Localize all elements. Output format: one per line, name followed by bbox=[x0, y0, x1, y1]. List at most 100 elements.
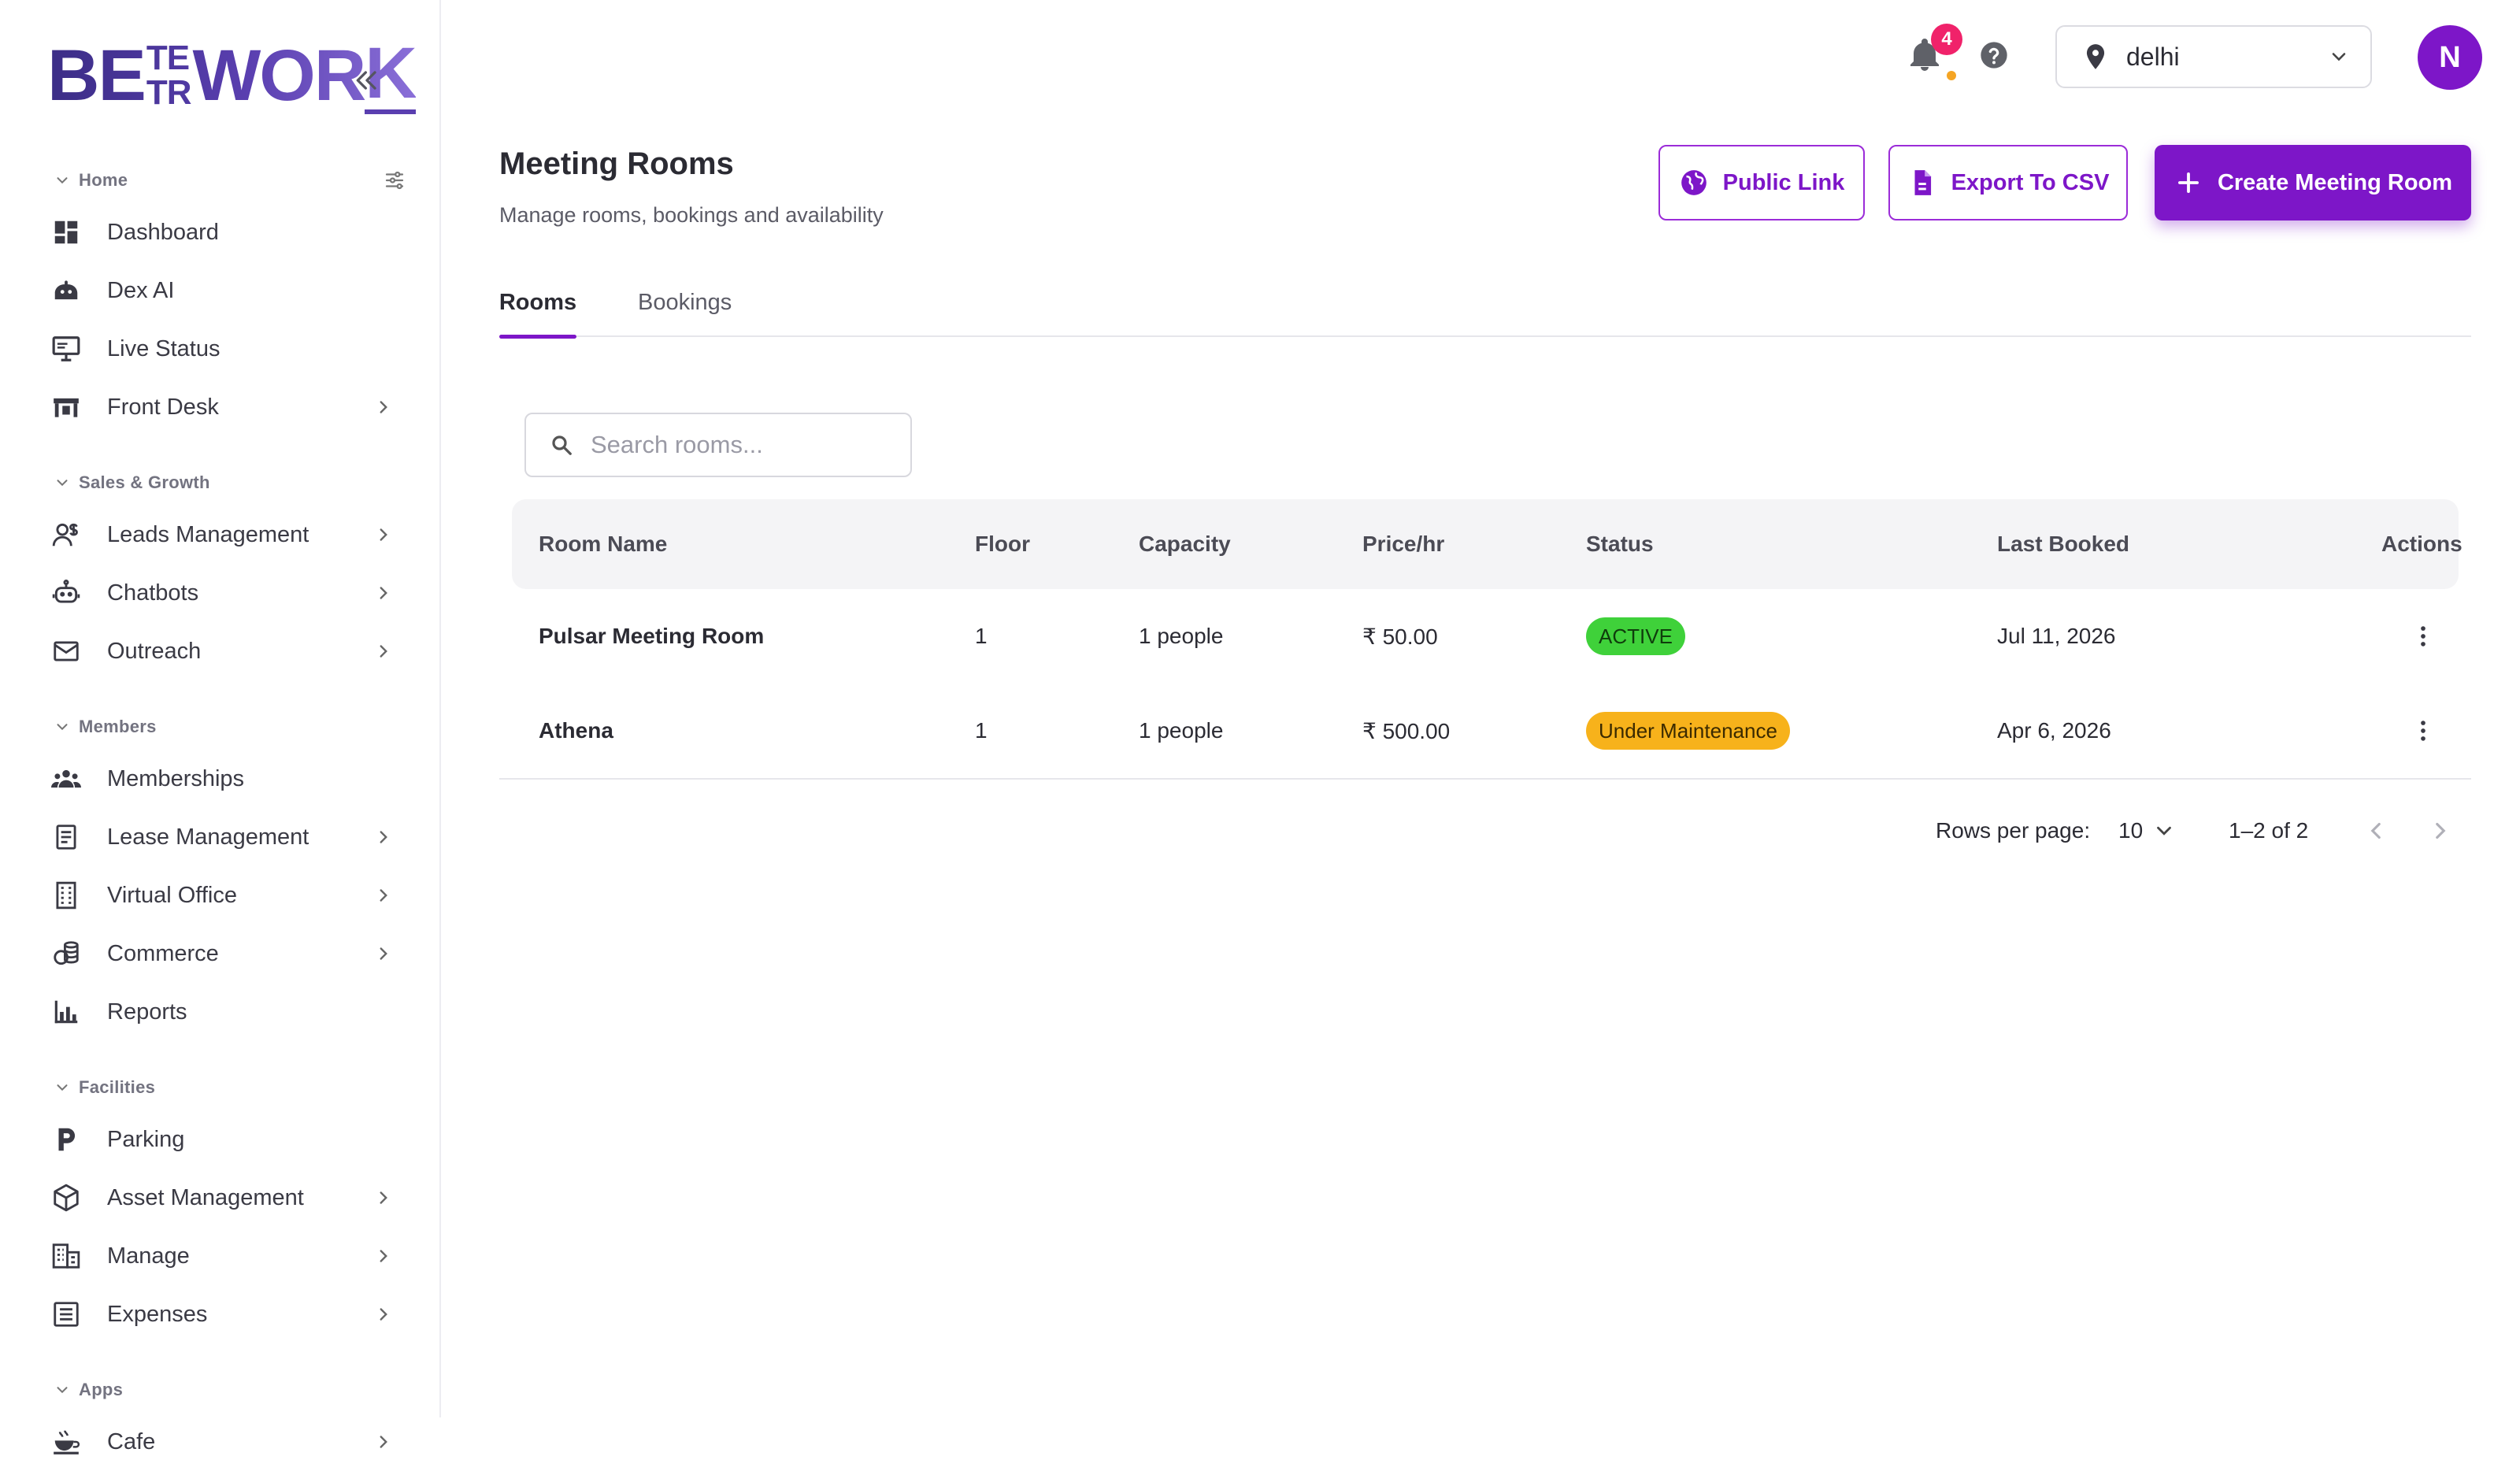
logo-part: TR bbox=[146, 73, 191, 112]
sidebar-item-label: Chatbots bbox=[107, 580, 199, 606]
sidebar-item-label: Leads Management bbox=[107, 521, 309, 547]
sidebar-item-label: Virtual Office bbox=[107, 882, 237, 908]
tab-rooms[interactable]: Rooms bbox=[499, 279, 576, 339]
sidebar-item-commerce[interactable]: Commerce bbox=[0, 924, 441, 983]
cell-room-name: Pulsar Meeting Room bbox=[539, 624, 765, 648]
sidebar-item-label: Commerce bbox=[107, 940, 219, 966]
header-last-booked[interactable]: Last Booked bbox=[1997, 499, 2129, 589]
section-title: Members bbox=[79, 717, 157, 736]
people-icon bbox=[51, 769, 81, 788]
chevron-right-icon bbox=[380, 1250, 387, 1262]
section-home[interactable]: Home bbox=[0, 157, 441, 203]
parking-icon bbox=[58, 1128, 76, 1151]
header-price[interactable]: Price/hr bbox=[1362, 499, 1444, 589]
monitor-icon bbox=[52, 336, 80, 361]
notification-badge: 4 bbox=[1931, 24, 1962, 55]
location-select[interactable]: delhi bbox=[2055, 25, 2372, 88]
table-row[interactable]: Pulsar Meeting Room 1 1 people ₹ 50.00 A… bbox=[499, 589, 2471, 684]
search-icon bbox=[552, 435, 572, 455]
header-room-name[interactable]: Room Name bbox=[539, 499, 667, 589]
search-box[interactable] bbox=[524, 413, 912, 477]
header-status[interactable]: Status bbox=[1586, 499, 1654, 589]
tab-bar: Rooms Bookings bbox=[499, 268, 2471, 339]
chevron-down-icon bbox=[2157, 826, 2172, 836]
cell-capacity: 1 people bbox=[1139, 624, 1224, 648]
header-capacity[interactable]: Capacity bbox=[1139, 499, 1231, 589]
chevron-down-icon bbox=[2332, 53, 2346, 61]
more-vert-icon[interactable] bbox=[2410, 623, 2437, 650]
rows-per-page-select[interactable]: 10 bbox=[2118, 811, 2176, 850]
sidebar-item-manage[interactable]: Manage bbox=[0, 1227, 441, 1285]
cell-price: ₹ 500.00 bbox=[1362, 718, 1451, 743]
sidebar-item-label: Lease Management bbox=[107, 824, 309, 850]
sidebar-item-label: Asset Management bbox=[107, 1184, 304, 1210]
section-facilities[interactable]: Facilities bbox=[0, 1065, 441, 1110]
chevron-right-icon bbox=[380, 1436, 387, 1448]
mail-icon bbox=[54, 641, 79, 661]
sidebar-item-reports[interactable]: Reports bbox=[0, 983, 441, 1041]
sidebar-item-virtual-office[interactable]: Virtual Office bbox=[0, 866, 441, 924]
cell-floor: 1 bbox=[975, 718, 988, 743]
notifications-button[interactable]: 4 bbox=[1906, 24, 1962, 80]
cell-last-booked: Jul 11, 2026 bbox=[1997, 624, 2116, 648]
sidebar-item-label: Reports bbox=[107, 999, 187, 1025]
chevron-right-icon bbox=[380, 1308, 387, 1321]
sidebar-item-label: Dex AI bbox=[107, 277, 175, 303]
table-header: Room Name Floor Capacity Price/hr Status… bbox=[512, 499, 2463, 589]
section-title: Facilities bbox=[79, 1077, 156, 1097]
section-apps[interactable]: Apps bbox=[0, 1367, 441, 1413]
help-button[interactable] bbox=[1978, 39, 2013, 74]
sidebar-item-label: Expenses bbox=[107, 1301, 208, 1327]
sidebar-item-label: Front Desk bbox=[107, 394, 219, 420]
export-csv-button[interactable]: Export To CSV bbox=[1888, 145, 2128, 220]
logo-part: TE bbox=[146, 39, 190, 77]
sidebar-item-cafe[interactable]: Cafe bbox=[0, 1413, 441, 1471]
chevron-right-icon bbox=[380, 401, 387, 413]
sidebar-item-label: Live Status bbox=[107, 335, 220, 361]
chevron-right-icon bbox=[380, 645, 387, 658]
logo-part: WOR bbox=[192, 35, 365, 116]
sidebar-item-dashboard[interactable]: Dashboard bbox=[0, 203, 441, 261]
dashboard-icon bbox=[54, 220, 78, 244]
chevron-right-icon bbox=[380, 587, 387, 599]
collapse-sidebar-button[interactable] bbox=[351, 65, 391, 104]
sidebar-item-memberships[interactable]: Memberships bbox=[0, 750, 441, 808]
sidebar-item-dex-ai[interactable]: Dex AI bbox=[0, 261, 441, 320]
status-badge: ACTIVE bbox=[1586, 617, 1685, 655]
sidebar-item-label: Memberships bbox=[107, 765, 245, 791]
next-page-button[interactable] bbox=[2427, 811, 2454, 850]
user-avatar[interactable]: N bbox=[2418, 25, 2482, 90]
robot-icon bbox=[54, 280, 78, 300]
chevron-right-icon bbox=[380, 1191, 387, 1204]
header-actions: Actions bbox=[2381, 532, 2463, 556]
sidebar-item-expenses[interactable]: Expenses bbox=[0, 1285, 441, 1343]
public-link-label: Public Link bbox=[1722, 169, 1845, 195]
previous-page-button[interactable] bbox=[2362, 811, 2389, 850]
list-icon bbox=[54, 1302, 79, 1327]
search-input[interactable] bbox=[591, 431, 890, 459]
sidebar-item-parking[interactable]: Parking bbox=[0, 1110, 441, 1169]
tune-icon[interactable] bbox=[383, 169, 406, 192]
sidebar-item-leads-management[interactable]: Leads Management bbox=[0, 506, 441, 564]
section-sales-growth[interactable]: Sales & Growth bbox=[0, 460, 441, 506]
sidebar-item-label: Dashboard bbox=[107, 219, 219, 245]
cell-price: ₹ 50.00 bbox=[1362, 624, 1438, 649]
city-icon bbox=[52, 1243, 80, 1269]
section-members[interactable]: Members bbox=[0, 704, 441, 750]
divider bbox=[499, 778, 2471, 780]
header-floor[interactable]: Floor bbox=[975, 499, 1030, 589]
sidebar-item-asset-management[interactable]: Asset Management bbox=[0, 1169, 441, 1227]
sidebar-item-lease-management[interactable]: Lease Management bbox=[0, 808, 441, 866]
more-vert-icon[interactable] bbox=[2410, 717, 2437, 744]
sidebar-item-front-desk[interactable]: Front Desk bbox=[0, 378, 441, 436]
chevron-down-icon bbox=[57, 724, 68, 731]
create-meeting-room-button[interactable]: Create Meeting Room bbox=[2155, 145, 2471, 220]
sidebar-item-live-status[interactable]: Live Status bbox=[0, 320, 441, 378]
tab-bookings[interactable]: Bookings bbox=[638, 279, 732, 337]
chevron-right-icon bbox=[380, 947, 387, 960]
sidebar-item-chatbots[interactable]: Chatbots bbox=[0, 564, 441, 622]
table-row[interactable]: Athena 1 1 people ₹ 500.00 Under Mainten… bbox=[499, 684, 2471, 778]
sidebar-nav: Home Dashboard Dex AI Live Status Front … bbox=[0, 157, 441, 1471]
public-link-button[interactable]: Public Link bbox=[1658, 145, 1865, 220]
sidebar-item-outreach[interactable]: Outreach bbox=[0, 622, 441, 680]
